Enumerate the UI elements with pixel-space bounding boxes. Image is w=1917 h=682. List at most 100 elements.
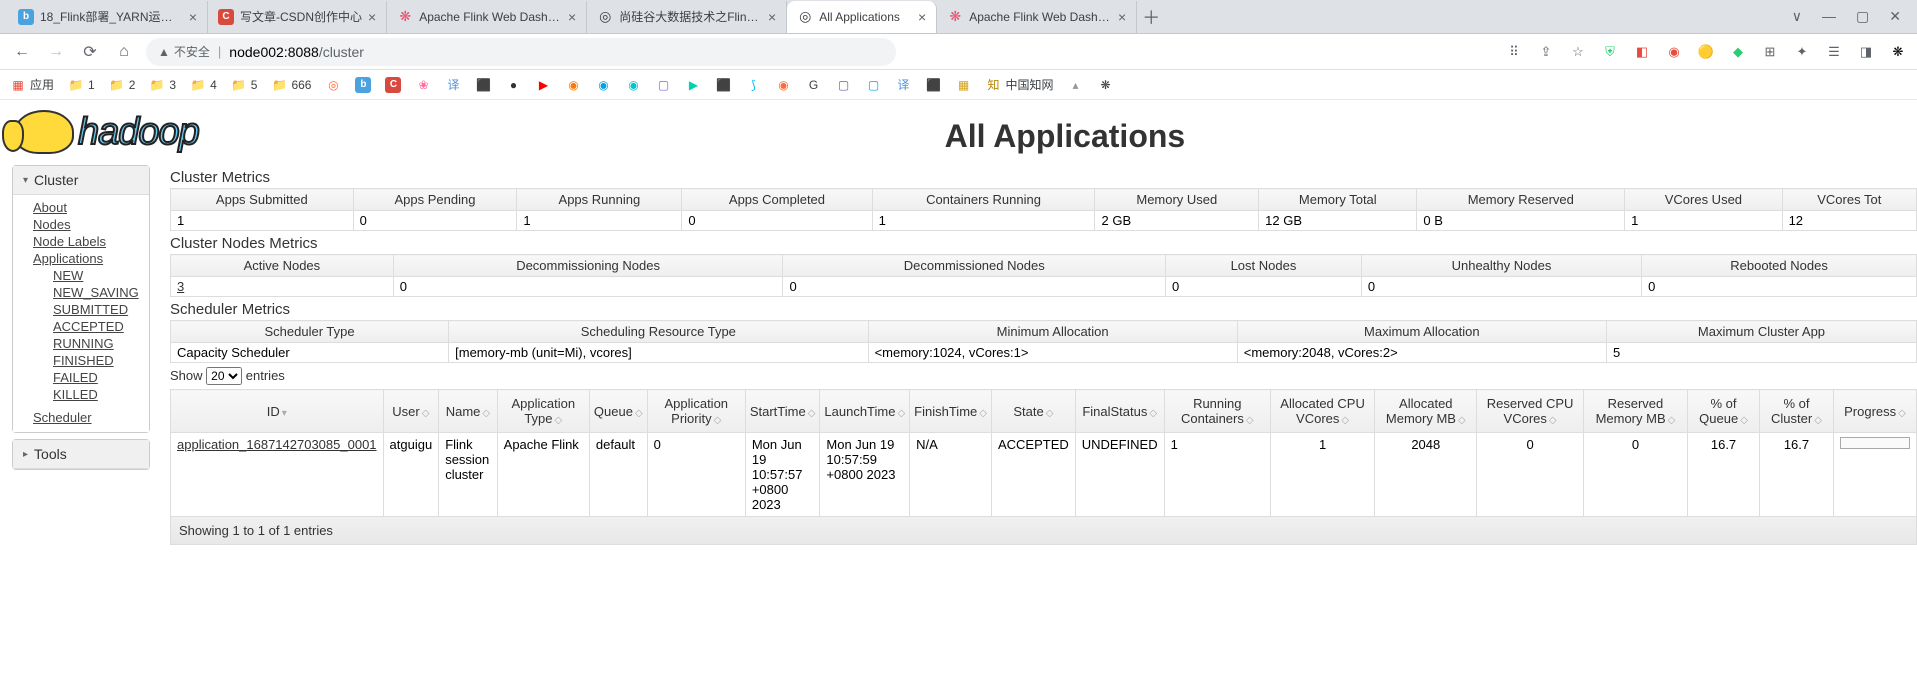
- column-header-sortable[interactable]: Allocated CPU VCores◇: [1270, 390, 1374, 433]
- bookmark-item[interactable]: ▶: [685, 77, 701, 93]
- bookmark-item[interactable]: 译: [445, 77, 461, 93]
- sidebar-link-submitted[interactable]: SUBMITTED: [13, 301, 149, 318]
- column-header-sortable[interactable]: FinalStatus◇: [1075, 390, 1164, 433]
- sidebar-link-nodes[interactable]: Nodes: [13, 216, 149, 233]
- bookmark-item[interactable]: ❋: [1098, 77, 1114, 93]
- sidebar-tools-header[interactable]: ▸Tools: [13, 440, 149, 469]
- column-header-sortable[interactable]: ID▾: [171, 390, 384, 433]
- tab-close-icon[interactable]: ×: [1118, 9, 1126, 25]
- shield-icon[interactable]: ⛨: [1601, 43, 1619, 61]
- ext-icon-2[interactable]: ◉: [1665, 43, 1683, 61]
- bookmark-item[interactable]: ◎: [325, 77, 341, 93]
- column-header-sortable[interactable]: Reserved Memory MB◇: [1583, 390, 1687, 433]
- column-header-sortable[interactable]: % of Queue◇: [1688, 390, 1760, 433]
- extensions-icon[interactable]: ✦: [1793, 43, 1811, 61]
- new-tab-button[interactable]: ＋: [1137, 3, 1165, 31]
- tab-close-icon[interactable]: ×: [568, 9, 576, 25]
- bookmark-item[interactable]: ❀: [415, 77, 431, 93]
- application-id-link[interactable]: application_1687142703085_0001: [177, 437, 377, 452]
- close-icon[interactable]: ✕: [1889, 8, 1901, 25]
- bookmark-item[interactable]: ⬛: [715, 77, 731, 93]
- bookmark-folder[interactable]: 📁2: [109, 77, 136, 93]
- bookmark-item[interactable]: 译: [895, 77, 911, 93]
- maximize-icon[interactable]: ▢: [1856, 8, 1869, 25]
- sidebar-link-node-labels[interactable]: Node Labels: [13, 233, 149, 250]
- bookmark-item[interactable]: ●: [505, 77, 521, 93]
- column-header-sortable[interactable]: Application Type◇: [497, 390, 589, 433]
- bookmark-item[interactable]: 知中国知网: [985, 76, 1053, 93]
- browser-tab[interactable]: C写文章-CSDN创作中心×: [208, 1, 387, 33]
- metric-link[interactable]: 3: [177, 279, 184, 294]
- reload-button[interactable]: ⟳: [78, 40, 102, 64]
- minimize-icon[interactable]: ―: [1822, 8, 1836, 25]
- bookmark-item[interactable]: ▴: [1068, 77, 1084, 93]
- sidebar-cluster-header[interactable]: ▾Cluster: [13, 166, 149, 195]
- column-header-sortable[interactable]: Queue◇: [589, 390, 647, 433]
- browser-tab[interactable]: ◎尚硅谷大数据技术之Flink.pdf×: [587, 1, 787, 33]
- tab-close-icon[interactable]: ×: [189, 9, 197, 25]
- bookmark-item[interactable]: ▢: [655, 77, 671, 93]
- bookmark-item[interactable]: C: [385, 77, 401, 93]
- back-button[interactable]: ←: [10, 40, 34, 64]
- column-header-sortable[interactable]: Name◇: [439, 390, 497, 433]
- sidebar-link-applications[interactable]: Applications: [13, 250, 149, 267]
- share-icon[interactable]: ⇪: [1537, 43, 1555, 61]
- ext-icon-1[interactable]: ◧: [1633, 43, 1651, 61]
- sidebar-link-new-saving[interactable]: NEW_SAVING: [13, 284, 149, 301]
- column-header-sortable[interactable]: Allocated Memory MB◇: [1375, 390, 1477, 433]
- column-header-sortable[interactable]: Application Priority◇: [647, 390, 745, 433]
- bookmark-item[interactable]: ▦: [955, 77, 971, 93]
- sidebar-link-killed[interactable]: KILLED: [13, 386, 149, 403]
- forward-button[interactable]: →: [44, 40, 68, 64]
- bookmark-item[interactable]: ◉: [775, 77, 791, 93]
- apps-button[interactable]: ▦应用: [10, 76, 54, 93]
- column-header-sortable[interactable]: LaunchTime◇: [820, 390, 910, 433]
- translate-icon[interactable]: ⠿: [1505, 43, 1523, 61]
- bookmark-item[interactable]: ⬛: [925, 77, 941, 93]
- bookmark-folder[interactable]: 📁3: [149, 77, 176, 93]
- browser-tab[interactable]: b18_Flink部署_YARN运行模式_会×: [8, 1, 208, 33]
- tab-close-icon[interactable]: ×: [768, 9, 776, 25]
- ext-icon-5[interactable]: ⊞: [1761, 43, 1779, 61]
- star-icon[interactable]: ☆: [1569, 43, 1587, 61]
- browser-tab[interactable]: ❋Apache Flink Web Dashboard×: [387, 1, 587, 33]
- sidebar-link-failed[interactable]: FAILED: [13, 369, 149, 386]
- bookmark-item[interactable]: b: [355, 77, 371, 93]
- sidebar-link-running[interactable]: RUNNING: [13, 335, 149, 352]
- tab-close-icon[interactable]: ×: [368, 9, 376, 25]
- column-header-sortable[interactable]: User◇: [383, 390, 439, 433]
- column-header-sortable[interactable]: Progress◇: [1834, 390, 1917, 433]
- bookmark-item[interactable]: ⟆: [745, 77, 761, 93]
- profile-icon[interactable]: ❋: [1889, 43, 1907, 61]
- column-header-sortable[interactable]: State◇: [991, 390, 1075, 433]
- column-header-sortable[interactable]: StartTime◇: [745, 390, 820, 433]
- bookmark-folder[interactable]: 📁4: [190, 77, 217, 93]
- sidebar-link-scheduler[interactable]: Scheduler: [13, 409, 149, 426]
- bookmark-folder[interactable]: 📁1: [68, 77, 95, 93]
- chevron-down-icon[interactable]: ∨: [1792, 8, 1802, 25]
- bookmark-item[interactable]: ▢: [865, 77, 881, 93]
- bookmark-folder[interactable]: 📁666: [271, 77, 311, 93]
- side-panel-icon[interactable]: ◨: [1857, 43, 1875, 61]
- bookmark-item[interactable]: ◉: [625, 77, 641, 93]
- url-input[interactable]: ▲ 不安全 | node002:8088/cluster: [146, 38, 896, 66]
- bookmark-item[interactable]: ⬛: [475, 77, 491, 93]
- ext-icon-4[interactable]: ◆: [1729, 43, 1747, 61]
- column-header-sortable[interactable]: Reserved CPU VCores◇: [1477, 390, 1583, 433]
- sidebar-link-about[interactable]: About: [13, 199, 149, 216]
- browser-tab[interactable]: ◎All Applications×: [787, 1, 937, 33]
- ext-icon-3[interactable]: 🟡: [1697, 43, 1715, 61]
- bookmark-item[interactable]: ◉: [595, 77, 611, 93]
- browser-tab[interactable]: ❋Apache Flink Web Dashboard×: [937, 1, 1137, 33]
- home-button[interactable]: ⌂: [112, 40, 136, 64]
- sidebar-link-new[interactable]: NEW: [13, 267, 149, 284]
- sidebar-link-accepted[interactable]: ACCEPTED: [13, 318, 149, 335]
- page-length-select[interactable]: 20: [206, 367, 242, 385]
- bookmark-item[interactable]: ▢: [835, 77, 851, 93]
- tab-close-icon[interactable]: ×: [918, 9, 926, 25]
- reading-list-icon[interactable]: ☰: [1825, 43, 1843, 61]
- bookmark-folder[interactable]: 📁5: [231, 77, 258, 93]
- bookmark-item[interactable]: ▶: [535, 77, 551, 93]
- sidebar-link-finished[interactable]: FINISHED: [13, 352, 149, 369]
- column-header-sortable[interactable]: FinishTime◇: [910, 390, 992, 433]
